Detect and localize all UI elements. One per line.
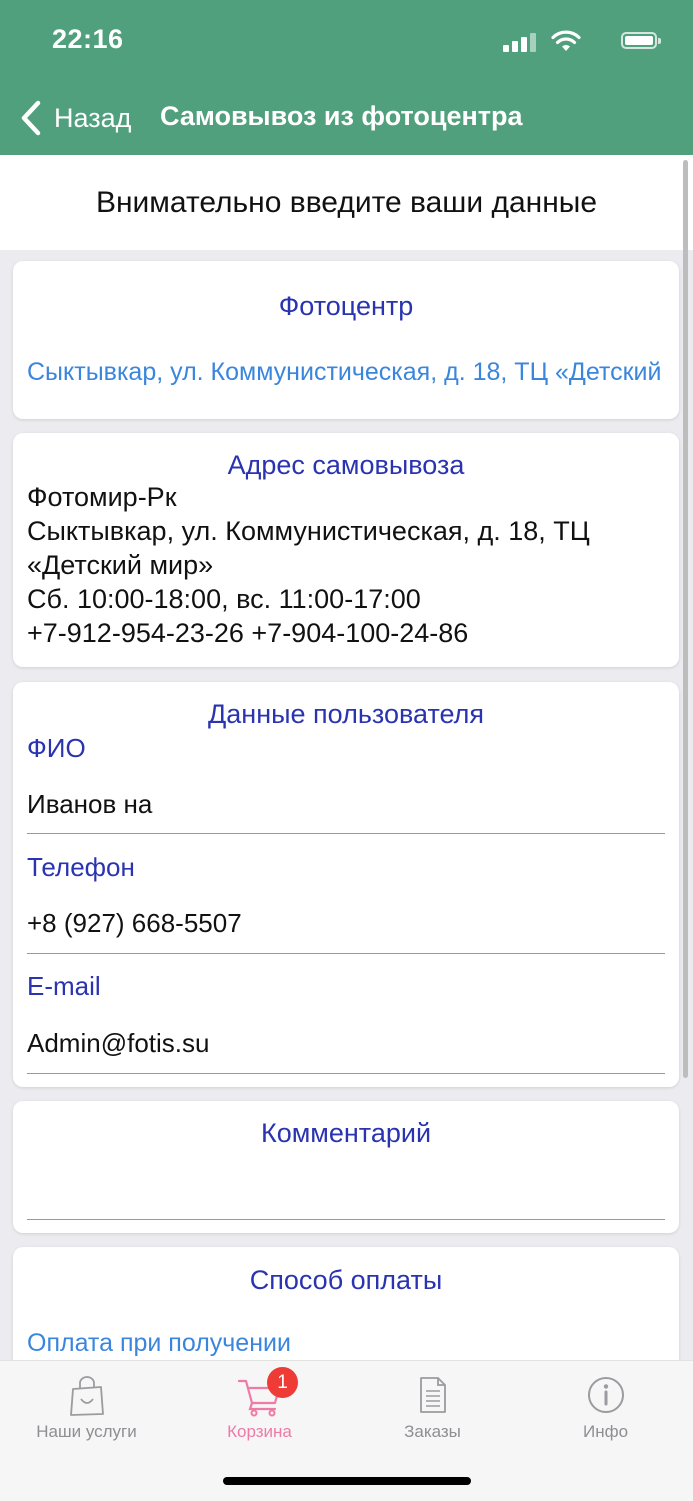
shopping-bag-icon	[69, 1376, 104, 1416]
fio-underline	[27, 833, 665, 834]
pickup-phones: +7-912-954-23-26 +7-904-100-24-86	[27, 618, 469, 648]
home-indicator[interactable]	[223, 1477, 471, 1485]
phone-label: Телефон	[27, 852, 135, 882]
pickup-address-title: Адрес самовывоза	[227, 450, 465, 480]
phone-underline	[27, 953, 665, 954]
tab-cart-label: Корзина	[227, 1422, 292, 1441]
tab-cart[interactable]: 1 Корзина	[173, 1361, 346, 1461]
scroll-content[interactable]: Внимательно введите ваши данные Фотоцент…	[0, 155, 693, 1360]
wifi-icon	[551, 30, 581, 51]
tab-orders[interactable]: Заказы	[346, 1361, 519, 1461]
scrollbar[interactable]	[683, 160, 688, 1078]
chevron-left-icon	[21, 100, 41, 136]
fio-label: ФИО	[27, 733, 86, 763]
payment-method-select[interactable]: Оплата при получении	[27, 1329, 291, 1358]
photocenter-card: Фотоцентр Сыктывкар, ул. Коммунистическа…	[13, 261, 679, 419]
cellular-signal-icon	[503, 30, 537, 52]
nav-header: 22:16 Назад Самовывоз из фотоцентра	[0, 0, 693, 155]
payment-card: Способ оплаты Оплата при получении	[13, 1247, 679, 1360]
fio-field[interactable]: Иванов на	[27, 789, 152, 820]
pickup-name: Фотомир-Рк	[27, 482, 177, 512]
payment-title: Способ оплаты	[249, 1265, 443, 1295]
tab-info-label: Инфо	[582, 1422, 629, 1441]
document-icon	[419, 1377, 446, 1413]
tab-services-label: Наши услуги	[36, 1422, 137, 1441]
intro-text: Внимательно введите ваши данные	[0, 155, 693, 250]
email-label: E-mail	[27, 971, 101, 1001]
back-label: Назад	[54, 102, 132, 133]
info-icon	[587, 1377, 624, 1413]
email-underline	[27, 1073, 665, 1074]
user-data-card: Данные пользователя ФИО Иванов на Телефо…	[13, 682, 679, 1087]
photocenter-title: Фотоцентр	[278, 291, 414, 321]
pickup-street: Сыктывкар, ул. Коммунистическая, д. 18, …	[27, 516, 590, 546]
comment-title: Комментарий	[260, 1118, 432, 1148]
comment-field[interactable]	[27, 1171, 665, 1211]
pickup-mall: «Детский мир»	[27, 550, 214, 580]
tab-info[interactable]: Инфо	[519, 1361, 692, 1461]
page-title: Самовывоз из фотоцентра	[160, 101, 523, 131]
status-time: 22:16	[52, 24, 124, 54]
tab-orders-label: Заказы	[404, 1422, 461, 1441]
pickup-address-card: Адрес самовывоза Фотомир-Рк Сыктывкар, у…	[13, 433, 679, 667]
status-icons	[493, 30, 663, 54]
phone-field[interactable]: +8 (927) 668-5507	[27, 908, 242, 939]
user-data-title: Данные пользователя	[207, 699, 485, 729]
photocenter-select[interactable]: Сыктывкар, ул. Коммунистическая, д. 18, …	[27, 358, 661, 387]
battery-icon	[621, 32, 661, 49]
tab-services[interactable]: Наши услуги	[0, 1361, 173, 1461]
pickup-hours: Сб. 10:00-18:00, вс. 11:00-17:00	[27, 584, 421, 614]
back-button[interactable]: Назад	[20, 98, 131, 138]
cart-badge: 1	[267, 1367, 298, 1398]
comment-card: Комментарий	[13, 1101, 679, 1233]
comment-underline	[27, 1219, 665, 1220]
email-field[interactable]: Admin@fotis.su	[27, 1028, 209, 1059]
pickup-address-lines: Фотомир-Рк Сыктывкар, ул. Коммунистическ…	[13, 480, 679, 650]
